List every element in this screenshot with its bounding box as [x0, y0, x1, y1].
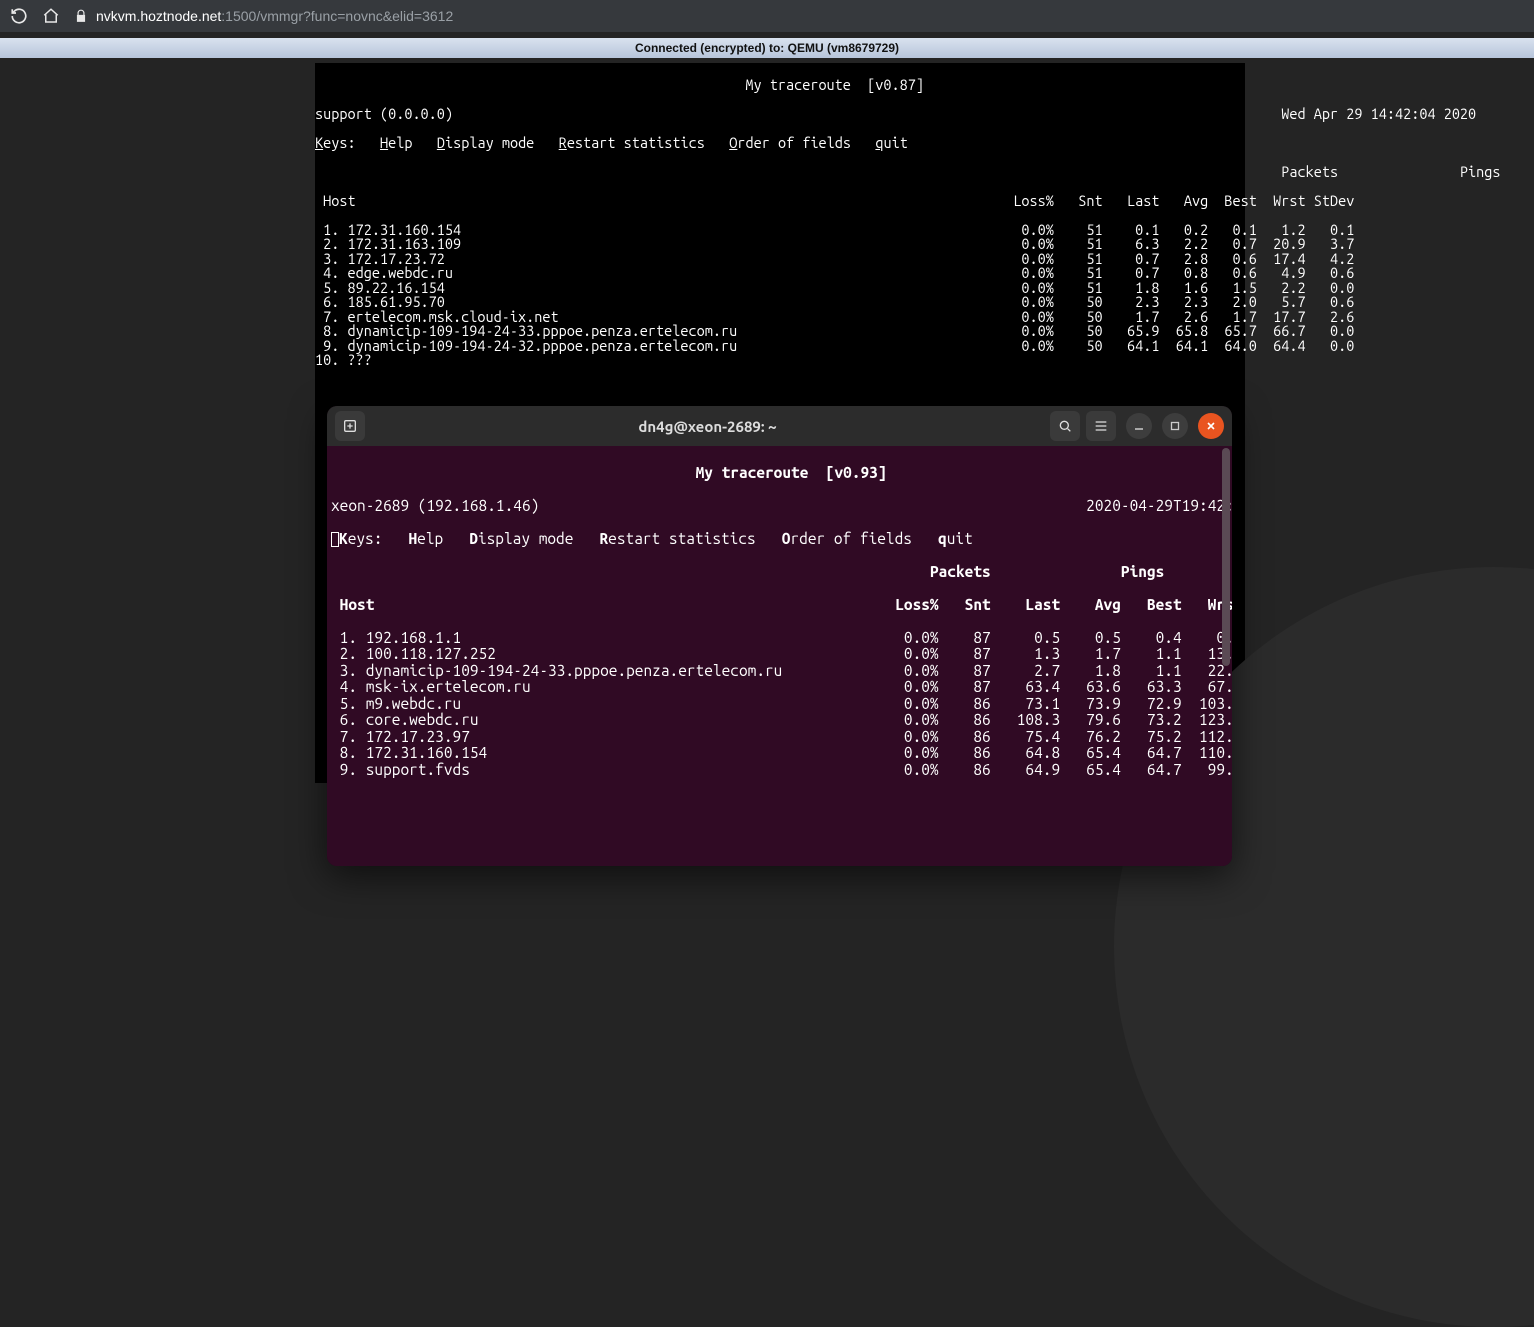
reload-icon[interactable]: [10, 7, 28, 25]
window-title: dn4g@xeon-2689: ~: [371, 418, 1044, 435]
hop-row: 2. 100.118.127.252 0.0% 87 1.3 1.7 1.1 1…: [331, 646, 1228, 663]
url-display[interactable]: nvkvm.hoztnode.net:1500/vmmgr?func=novnc…: [74, 8, 453, 24]
search-icon[interactable]: [1050, 411, 1080, 441]
titlebar[interactable]: dn4g@xeon-2689: ~: [327, 406, 1232, 446]
vnc-status-banner: Connected (encrypted) to: QEMU (vm867972…: [0, 38, 1534, 58]
local-terminal-window: dn4g@xeon-2689: ~ My traceroute [v0.93] …: [327, 406, 1232, 866]
mtr-group-headers: Packets Pings: [315, 165, 1245, 180]
mtr-column-headers: Host Loss% Snt Last Avg Best Wrst StDev: [315, 194, 1245, 209]
new-tab-icon[interactable]: [335, 411, 365, 441]
mtr-menu[interactable]: Keys: Help Display mode Restart statisti…: [331, 531, 1228, 548]
lock-icon: [74, 9, 88, 23]
scrollbar[interactable]: [1222, 448, 1230, 666]
url-host: nvkvm.hoztnode.net: [96, 8, 221, 24]
hop-row: 5. m9.webdc.ru 0.0% 86 73.1 73.9 72.9 10…: [331, 696, 1228, 713]
url-path: :1500/vmmgr?func=novnc&elid=3612: [221, 8, 453, 24]
mtr-origin-line: xeon-2689 (192.168.1.46) 2020-04-29T19:4…: [331, 498, 1228, 515]
hop-row: 7. 172.17.23.97 0.0% 86 75.4 76.2 75.2 1…: [331, 729, 1228, 746]
hop-row: 3. dynamicip-109-194-24-33.pppoe.penza.e…: [331, 663, 1228, 680]
mtr-column-headers: Host Loss% Snt Last Avg Best Wrst StDev: [331, 597, 1228, 614]
stage: Connected (encrypted) to: QEMU (vm867972…: [0, 32, 1534, 947]
hop-row: 9. dynamicip-109-194-24-32.pppoe.penza.e…: [315, 339, 1245, 354]
browser-address-bar: nvkvm.hoztnode.net:1500/vmmgr?func=novnc…: [0, 0, 1534, 32]
mtr-menu[interactable]: Keys: Help Display mode Restart statisti…: [315, 136, 1245, 151]
minimize-button[interactable]: [1126, 413, 1152, 439]
hop-row: 1. 192.168.1.1 0.0% 87 0.5 0.5 0.4 0.6 0…: [331, 630, 1228, 647]
hop-row: 9. support.fvds 0.0% 86 64.9 65.4 64.7 9…: [331, 762, 1228, 779]
mtr-group-headers: Packets Pings: [331, 564, 1228, 581]
mtr-origin-line: support (0.0.0.0) Wed Apr 29 14:42:04 20…: [315, 107, 1245, 122]
mtr-title: My traceroute [v0.93]: [331, 465, 1228, 482]
close-button[interactable]: [1198, 413, 1224, 439]
hop-row: 6. core.webdc.ru 0.0% 86 108.3 79.6 73.2…: [331, 712, 1228, 729]
hop-row: 10. ???: [315, 353, 1245, 368]
mtr-title: My traceroute [v0.87]: [315, 78, 1245, 93]
menu-icon[interactable]: [1086, 411, 1116, 441]
maximize-button[interactable]: [1162, 413, 1188, 439]
local-terminal-body[interactable]: My traceroute [v0.93] xeon-2689 (192.168…: [327, 446, 1232, 866]
hop-row: 4. msk-ix.ertelecom.ru 0.0% 87 63.4 63.6…: [331, 679, 1228, 696]
home-icon[interactable]: [42, 7, 60, 25]
hop-row: 8. 172.31.160.154 0.0% 86 64.8 65.4 64.7…: [331, 745, 1228, 762]
